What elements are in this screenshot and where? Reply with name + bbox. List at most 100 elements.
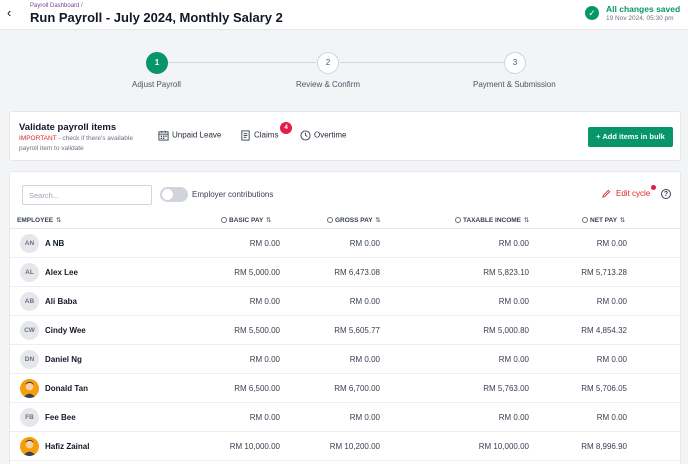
- avatar: DN: [20, 350, 39, 369]
- net-pay-cell: RM 5,713.28: [581, 268, 627, 277]
- step-1-label: Adjust Payroll: [132, 80, 181, 89]
- taxable-pay-cell: RM 5,823.10: [483, 268, 529, 277]
- col-net-pay[interactable]: NET PAY ⇅: [582, 216, 625, 224]
- col-taxable-income[interactable]: TAXABLE INCOME ⇅: [455, 216, 529, 224]
- person-photo-icon: [22, 381, 37, 398]
- back-arrow-icon[interactable]: ‹: [7, 5, 11, 20]
- person-photo-icon: [22, 439, 37, 456]
- table-row[interactable]: FB Fee Bee RM 0.00 RM 0.00 RM 0.00 RM 0.00: [10, 403, 680, 432]
- overtime-item[interactable]: Overtime: [300, 130, 346, 141]
- calendar-icon: [158, 130, 169, 141]
- col-taxable-income-label: TAXABLE INCOME: [463, 217, 522, 224]
- info-icon: [221, 217, 227, 223]
- step-2-label: Review & Confirm: [296, 80, 361, 89]
- claims-label: Claims: [254, 130, 279, 140]
- toggle-knob: [162, 189, 173, 200]
- employee-name[interactable]: Fee Bee: [45, 413, 76, 422]
- step-3-label: Payment & Submission: [473, 80, 556, 89]
- employee-name[interactable]: Alex Lee: [45, 268, 78, 277]
- save-status: All changes saved: [606, 4, 681, 14]
- important-label: IMPORTANT: [19, 135, 57, 142]
- overtime-label: Overtime: [314, 130, 347, 140]
- employee-name[interactable]: Ali Baba: [45, 297, 77, 306]
- step-2-circle[interactable]: 2: [317, 52, 339, 74]
- taxable-pay-cell: RM 10,000.00: [478, 442, 529, 451]
- taxable-pay-cell: RM 0.00: [498, 297, 529, 306]
- taxable-pay-cell: RM 0.00: [498, 239, 529, 248]
- receipt-icon: [241, 130, 250, 141]
- gross-pay-cell: RM 0.00: [349, 355, 380, 364]
- col-gross-pay[interactable]: GROSS PAY ⇅: [327, 216, 381, 224]
- sort-icon: ⇅: [523, 217, 530, 224]
- col-basic-pay[interactable]: BASIC PAY ⇅: [221, 216, 271, 224]
- avatar: CW: [20, 321, 39, 340]
- employer-contributions-toggle[interactable]: [160, 187, 188, 202]
- step-1-circle[interactable]: 1: [146, 52, 168, 74]
- avatar: FB: [20, 408, 39, 427]
- info-icon: [327, 217, 333, 223]
- info-icon: [455, 217, 461, 223]
- net-pay-cell: RM 0.00: [596, 413, 627, 422]
- col-basic-pay-label: BASIC PAY: [229, 217, 264, 224]
- search-input[interactable]: [22, 185, 152, 205]
- net-pay-cell: RM 0.00: [596, 297, 627, 306]
- table-row[interactable]: AB Ali Baba RM 0.00 RM 0.00 RM 0.00 RM 0.00: [10, 287, 680, 316]
- net-pay-cell: RM 0.00: [596, 355, 627, 364]
- basic-pay-cell: RM 5,000.00: [234, 268, 280, 277]
- gross-pay-cell: RM 10,200.00: [329, 442, 380, 451]
- payroll-table-card: Employer contributions Edit cycle ? EMPL…: [9, 171, 681, 464]
- breadcrumb[interactable]: Payroll Dashboard /: [30, 3, 83, 9]
- employee-name[interactable]: A NB: [45, 239, 64, 248]
- edit-cycle-link[interactable]: Edit cycle: [616, 189, 650, 198]
- sort-icon: ⇅: [375, 217, 381, 224]
- taxable-pay-cell: RM 5,000.80: [483, 326, 529, 335]
- table-row[interactable]: AL Alex Lee RM 5,000.00 RM 6,473.08 RM 5,823…: [10, 258, 680, 287]
- check-circle-icon: ✓: [585, 6, 599, 20]
- page-title: Run Payroll - July 2024, Monthly Salary …: [30, 10, 283, 25]
- progress-stepper: 1 Adjust Payroll 2 Review & Confirm 3 Pa…: [0, 30, 688, 108]
- taxable-pay-cell: RM 5,763.00: [483, 384, 529, 393]
- net-pay-cell: RM 0.00: [596, 239, 627, 248]
- net-pay-cell: RM 8,996.90: [581, 442, 627, 451]
- validate-subtitle: IMPORTANT - check if there's available p…: [19, 134, 149, 154]
- col-employee[interactable]: EMPLOYEE ⇅: [17, 216, 61, 224]
- employee-name[interactable]: Hafiz Zainal: [45, 442, 89, 451]
- basic-pay-cell: RM 0.00: [249, 297, 280, 306]
- page-header: ‹ Payroll Dashboard / Run Payroll - July…: [0, 0, 688, 30]
- basic-pay-cell: RM 10,000.00: [229, 442, 280, 451]
- table-row[interactable]: DN Daniel Ng RM 0.00 RM 0.00 RM 0.00 RM 0.00: [10, 345, 680, 374]
- gross-pay-cell: RM 6,473.08: [334, 268, 380, 277]
- add-items-in-bulk-button[interactable]: + Add items in bulk: [588, 127, 673, 147]
- avatar: AL: [20, 263, 39, 282]
- net-pay-cell: RM 5,706.05: [581, 384, 627, 393]
- avatar: [20, 437, 39, 456]
- basic-pay-cell: RM 0.00: [249, 413, 280, 422]
- net-pay-cell: RM 4,854.32: [581, 326, 627, 335]
- table-header: EMPLOYEE ⇅ BASIC PAY ⇅ GROSS PAY ⇅ TAXAB…: [10, 210, 680, 229]
- claims-item[interactable]: Claims: [240, 130, 278, 141]
- employer-contributions-label: Employer contributions: [192, 190, 274, 199]
- col-gross-pay-label: GROSS PAY: [335, 217, 373, 224]
- basic-pay-cell: RM 6,500.00: [234, 384, 280, 393]
- pencil-icon[interactable]: [602, 189, 611, 198]
- table-row[interactable]: Donald Tan RM 6,500.00 RM 6,700.00 RM 5,763…: [10, 374, 680, 403]
- table-row[interactable]: Hafiz Zainal RM 10,000.00 RM 10,200.00 RM 1…: [10, 432, 680, 461]
- sort-icon: ⇅: [619, 217, 626, 224]
- unpaid-leave-label: Unpaid Leave: [172, 130, 222, 140]
- taxable-pay-cell: RM 0.00: [498, 413, 529, 422]
- employee-name[interactable]: Donald Tan: [45, 384, 88, 393]
- step-3-circle[interactable]: 3: [504, 52, 526, 74]
- sort-icon: ⇅: [55, 217, 62, 224]
- employee-name[interactable]: Daniel Ng: [45, 355, 82, 364]
- table-row[interactable]: CW Cindy Wee RM 5,500.00 RM 5,605.77 RM 5,00…: [10, 316, 680, 345]
- avatar: AN: [20, 234, 39, 253]
- table-row[interactable]: AN A NB RM 0.00 RM 0.00 RM 0.00 RM 0.00: [10, 229, 680, 258]
- employee-name[interactable]: Cindy Wee: [45, 326, 86, 335]
- sort-icon: ⇅: [266, 217, 272, 224]
- avatar: AB: [20, 292, 39, 311]
- notification-dot: [651, 185, 656, 190]
- col-net-pay-label: NET PAY: [590, 217, 617, 224]
- unpaid-leave-item[interactable]: Unpaid Leave: [158, 130, 221, 141]
- info-icon: [582, 217, 588, 223]
- help-icon[interactable]: ?: [661, 189, 671, 199]
